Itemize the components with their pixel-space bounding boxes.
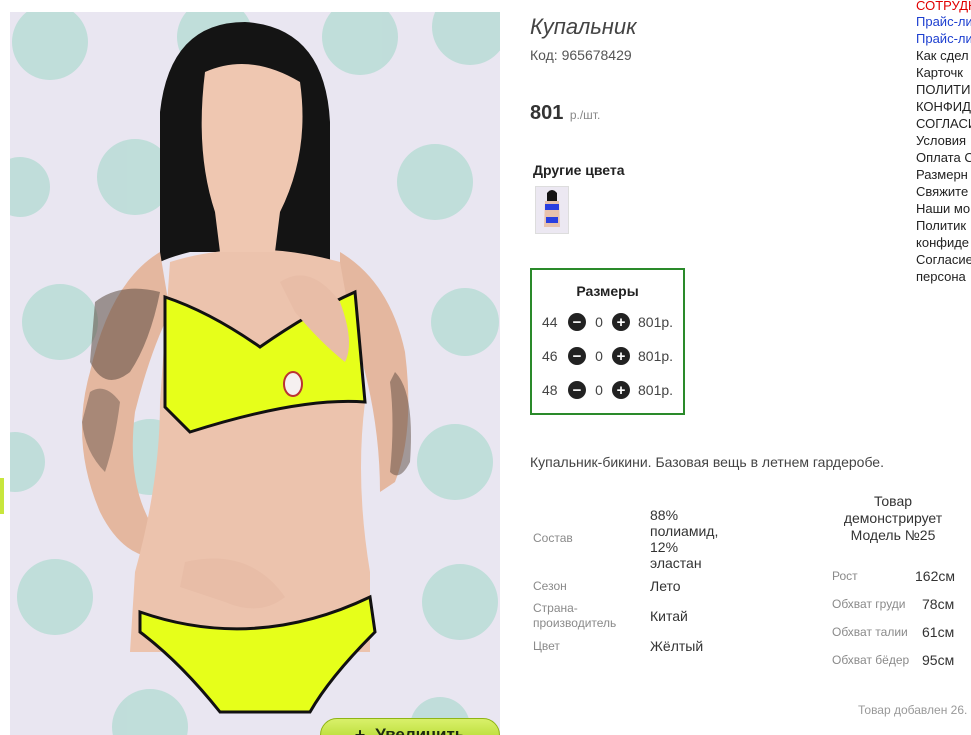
nav-link-confidential-2[interactable]: конфиде — [916, 235, 969, 250]
nav-link-payment[interactable]: Оплата С — [916, 150, 971, 165]
plus-button[interactable]: + — [612, 347, 630, 365]
zoom-button-label: Увеличить — [375, 725, 466, 735]
season-label: Сезон — [533, 579, 567, 593]
plus-button[interactable]: + — [612, 313, 630, 331]
country-label: Страна- производитель — [533, 601, 616, 631]
color-value: Жёлтый — [650, 638, 704, 654]
nav-link-staff[interactable]: СОТРУДН — [916, 0, 971, 13]
size-value: 44 — [542, 314, 558, 330]
added-date: Товар добавлен 26. — [858, 703, 968, 717]
color-label: Цвет — [533, 639, 560, 653]
chest-label: Обхват груди — [832, 597, 906, 611]
nav-link-contact[interactable]: Свяжите — [916, 184, 968, 199]
size-value: 48 — [542, 382, 558, 398]
size-price: 801р. — [638, 314, 674, 330]
country-value: Китай — [650, 608, 688, 624]
height-value: 162см — [915, 568, 955, 584]
model-title-line: Товар — [873, 493, 913, 509]
other-colors-heading: Другие цвета — [533, 162, 625, 178]
composition-line: 88% — [650, 507, 679, 523]
minus-button[interactable]: − — [568, 381, 586, 399]
product-photo[interactable]: + Увеличить — [10, 12, 500, 735]
zoom-button[interactable]: + Увеличить — [320, 718, 500, 735]
composition-line: 12% — [650, 539, 679, 555]
plus-icon: + — [354, 724, 366, 735]
nav-link-card[interactable]: Карточк — [916, 65, 963, 80]
composition-label: Состав — [533, 531, 573, 545]
size-price: 801р. — [638, 348, 674, 364]
country-label-line: производитель — [533, 616, 617, 630]
model-title-line: демонстрирует — [843, 510, 943, 526]
quantity-value[interactable]: 0 — [586, 348, 612, 364]
country-label-line: Страна- — [533, 601, 578, 615]
waist-label: Обхват талии — [832, 625, 908, 639]
nav-link-price-list[interactable]: Прайс-ли — [916, 14, 971, 29]
price-value: 801 — [530, 102, 564, 124]
composition-value: 88% полиамид, 12% эластан — [650, 507, 718, 571]
product-title: Купальник — [530, 14, 637, 39]
model-title-line: Модель №25 — [850, 527, 936, 543]
side-nav: СОТРУДН Прайс-ли Прайс-ли Как сдел Карто… — [916, 0, 971, 300]
price-unit: р./шт. — [569, 108, 601, 122]
thumbnail-image — [536, 187, 568, 233]
nav-link-models[interactable]: Наши мо — [916, 201, 970, 216]
composition-line: эластан — [650, 555, 702, 571]
nav-link-size-chart[interactable]: Размерн — [916, 167, 968, 182]
size-price: 801р. — [638, 382, 674, 398]
chest-value: 78см — [922, 596, 955, 612]
size-row: 44 − 0 + 801р. — [542, 312, 673, 332]
nav-link-consent[interactable]: СОГЛАСИ — [916, 116, 971, 131]
size-row: 46 − 0 + 801р. — [542, 346, 673, 366]
nav-link-terms[interactable]: Условия — [916, 133, 966, 148]
nav-link-policy[interactable]: Политик — [916, 218, 966, 233]
hips-label: Обхват бёдер — [832, 653, 910, 667]
hips-value: 95см — [922, 652, 955, 668]
plus-button[interactable]: + — [612, 381, 630, 399]
height-label: Рост — [832, 569, 858, 583]
size-value: 46 — [542, 348, 558, 364]
waist-value: 61см — [922, 624, 955, 640]
composition-line: полиамид, — [650, 523, 719, 539]
size-row: 48 − 0 + 801р. — [542, 380, 673, 400]
minus-button[interactable]: − — [568, 313, 586, 331]
sizes-title: Размеры — [576, 283, 639, 299]
product-description: Купальник-бикини. Базовая вещь в летнем … — [530, 454, 884, 470]
nav-link-confidential[interactable]: КОНФИД — [916, 99, 971, 114]
nav-link-how-to-order[interactable]: Как сдел — [916, 48, 969, 63]
quantity-value[interactable]: 0 — [586, 382, 612, 398]
side-tab[interactable] — [0, 478, 4, 514]
model-title: Товар демонстрирует Модель №25 — [832, 493, 954, 544]
nav-link-personal[interactable]: персона — [916, 269, 966, 284]
product-code: Код: 965678429 — [530, 47, 632, 63]
product-image — [10, 12, 500, 735]
minus-button[interactable]: − — [568, 347, 586, 365]
other-color-thumbnail[interactable] — [535, 186, 569, 234]
product-price: 801 р./шт. — [530, 102, 600, 125]
nav-link-consent-2[interactable]: Согласие — [916, 252, 971, 267]
nav-link-price-list-2[interactable]: Прайс-ли — [916, 31, 971, 46]
sizes-box: Размеры 44 − 0 + 801р. 46 − 0 + 801р. 48… — [530, 268, 685, 415]
season-value: Лето — [650, 578, 681, 594]
quantity-value[interactable]: 0 — [586, 314, 612, 330]
nav-link-privacy-policy[interactable]: ПОЛИТИ — [916, 82, 970, 97]
